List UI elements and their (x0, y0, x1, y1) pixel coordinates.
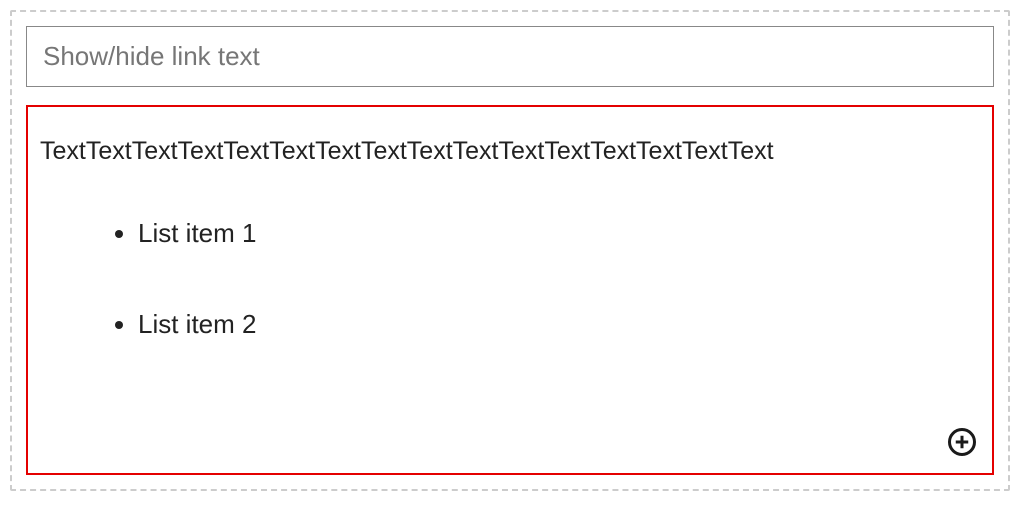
add-button[interactable] (946, 427, 978, 459)
content-panel: TextTextTextTextTextTextTextTextTextText… (26, 105, 994, 475)
plus-circle-icon (947, 427, 977, 460)
item-list: List item 1 List item 2 (118, 218, 972, 340)
link-text-input[interactable] (26, 26, 994, 87)
list-item: List item 1 (138, 218, 972, 249)
list-item: List item 2 (138, 309, 972, 340)
editor-block-container: TextTextTextTextTextTextTextTextTextText… (10, 10, 1010, 491)
paragraph-text: TextTextTextTextTextTextTextTextTextText… (40, 137, 972, 166)
